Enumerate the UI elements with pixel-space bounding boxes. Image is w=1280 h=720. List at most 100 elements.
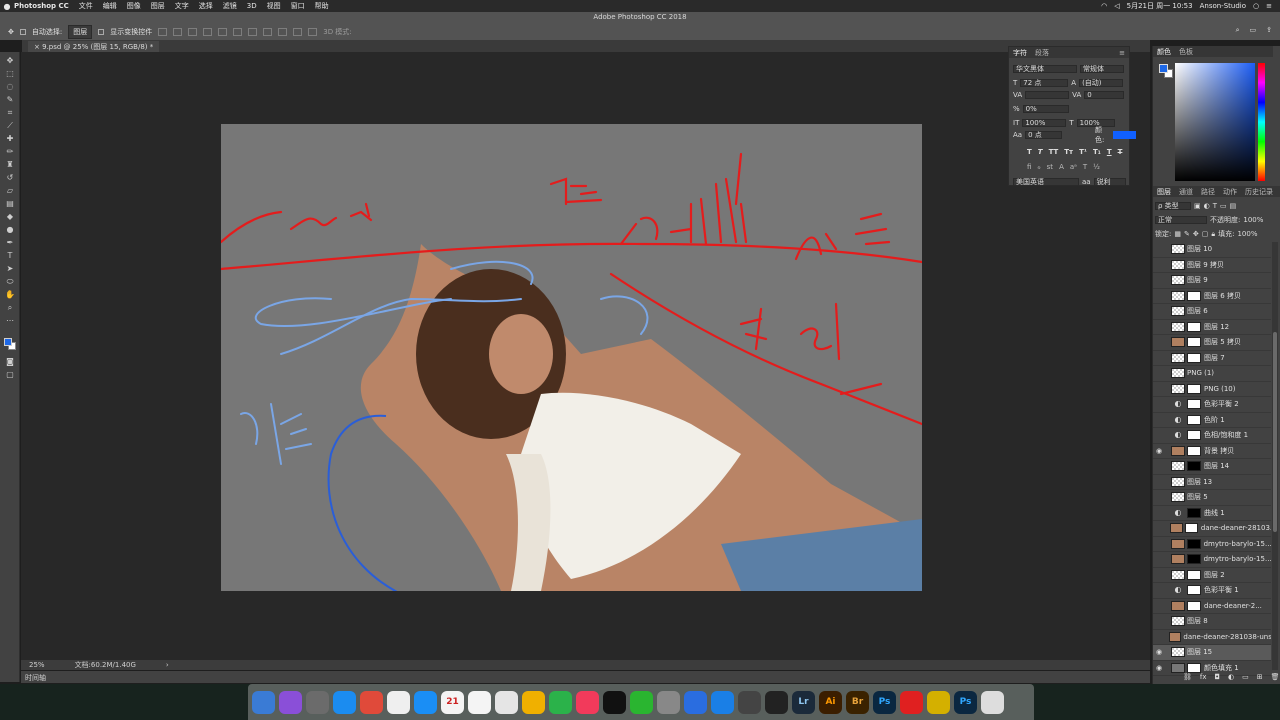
dock-app-icon[interactable] [603,690,626,714]
layer-thumbnail[interactable] [1171,445,1185,456]
align-right-icon[interactable] [233,28,243,36]
opacity-value[interactable]: 100% [1243,216,1263,224]
dock-app-icon[interactable] [630,690,653,714]
visibility-eye-icon[interactable]: ◉ [1153,447,1165,455]
zoom-level[interactable]: 25% [29,661,45,669]
add-mask-icon[interactable]: ◘ [1215,673,1221,681]
align-bottom-icon[interactable] [188,28,198,36]
share-icon[interactable]: ⇪ [1266,26,1272,35]
distribute-center-icon[interactable] [263,28,273,36]
date-time[interactable]: 5月21日 周一 10:53 [1127,1,1193,11]
visibility-eye-icon[interactable]: ◉ [1153,648,1165,656]
eyedropper-tool-icon[interactable]: ⟋ [5,121,15,130]
menu-view[interactable]: 视图 [267,1,281,11]
wifi-icon[interactable]: ◠ [1101,2,1107,10]
layer-thumbnail[interactable]: ◐ [1171,507,1185,518]
dock-app-icon[interactable] [900,690,923,714]
layer-thumbnail[interactable] [1171,492,1185,503]
dock-app-icon[interactable] [522,690,545,714]
layer-row[interactable]: 图层 13 [1153,475,1271,490]
layer-mask-thumbnail[interactable] [1187,600,1201,611]
tab-history[interactable]: 历史记录 [1245,187,1273,197]
ligature-icon[interactable]: fi [1027,163,1031,171]
menu-3d[interactable]: 3D [247,2,257,10]
apple-menu-icon[interactable]: ● [0,2,14,11]
distribute-bottom-icon[interactable] [278,28,288,36]
show-transform-checkbox[interactable] [98,29,105,35]
layer-row[interactable]: dane-deaner-281038-unsp... [1153,630,1271,645]
dock-app-icon[interactable] [387,690,410,714]
pen-tool-icon[interactable]: ✒ [5,238,15,247]
lasso-tool-icon[interactable]: ◌ [5,82,15,91]
layer-thumbnail[interactable]: ◐ [1171,399,1185,410]
layer-thumbnail[interactable] [1171,368,1185,379]
language-dropdown[interactable]: 美国英语 [1013,177,1079,186]
menu-file[interactable]: 文件 [79,1,93,11]
dock-app-icon[interactable]: Ps [873,690,896,714]
layer-row[interactable]: ◐ 色阶 1 [1153,413,1271,428]
distribute-top-icon[interactable] [248,28,258,36]
tab-layers[interactable]: 图层 [1157,187,1171,197]
menu-edit[interactable]: 编辑 [103,1,117,11]
layer-mask-thumbnail[interactable] [1187,461,1201,472]
layer-thumbnail[interactable] [1171,383,1185,394]
stylistic-icon[interactable]: st [1047,163,1053,171]
dock-app-icon[interactable] [414,690,437,714]
tab-swatches[interactable]: 色板 [1179,47,1193,57]
new-adjustment-icon[interactable]: ◐ [1228,673,1234,681]
blur-tool-icon[interactable]: ◆ [5,212,15,221]
layer-row[interactable]: 图层 9 拷贝 [1153,258,1271,273]
more-tools-icon[interactable]: ⋯ [5,316,15,325]
user-name[interactable]: Anson-Studio [1200,2,1246,10]
layer-mask-thumbnail[interactable] [1187,321,1201,332]
color-panel-fg-bg[interactable] [1159,64,1173,78]
filter-shape-icon[interactable]: ▭ [1220,202,1227,210]
layer-thumbnail[interactable] [1169,523,1183,534]
fraction-icon[interactable]: ½ [1093,163,1100,171]
layer-thumbnail[interactable]: ◐ [1171,585,1185,596]
move-tool-icon[interactable]: ✥ [5,56,15,65]
ordinal-icon[interactable]: aᵃ [1070,163,1077,171]
dock-app-icon[interactable] [738,690,761,714]
layer-thumbnail[interactable] [1171,244,1185,255]
strikethrough-icon[interactable]: T [1118,148,1123,156]
color-panel-fg-swatch[interactable] [1159,64,1168,73]
titling-icon[interactable]: A [1059,163,1064,171]
align-top-icon[interactable] [158,28,168,36]
font-size-field[interactable]: 72 点 [1020,78,1069,87]
dock-app-icon[interactable]: Ai [819,690,842,714]
align-hcenter-icon[interactable] [218,28,228,36]
layer-mask-thumbnail[interactable] [1187,507,1201,518]
auto-select-dropdown[interactable]: 图层 [68,25,93,39]
layer-row[interactable]: ◐ 色彩平衡 1 [1153,583,1271,599]
layer-row[interactable]: ◉ 背景 拷贝 [1153,444,1271,459]
marquee-tool-icon[interactable]: ⬚ [5,69,15,78]
filter-type-icon[interactable]: T [1213,202,1217,210]
history-brush-tool-icon[interactable]: ↺ [5,173,15,182]
gradient-tool-icon[interactable]: ▤ [5,199,15,208]
workspace-icon[interactable]: ▭ [1250,26,1257,35]
move-tool-icon[interactable]: ✥ [8,28,14,36]
menu-type[interactable]: 文字 [175,1,189,11]
dock-app-icon[interactable] [252,690,275,714]
menu-help[interactable]: 帮助 [315,1,329,11]
layer-row[interactable]: 图层 2 [1153,568,1271,583]
color-picker-field[interactable] [1175,63,1255,181]
baseline-field[interactable]: 0 点 [1025,130,1062,139]
path-select-tool-icon[interactable]: ➤ [5,264,15,273]
swash-icon[interactable]: ℴ [1037,163,1040,171]
subscript-icon[interactable]: T₁ [1093,148,1101,156]
layer-mask-thumbnail[interactable] [1187,383,1201,394]
lock-all-icon[interactable]: 🔒︎ [1211,230,1215,239]
shape-tool-icon[interactable]: ⬭ [5,277,15,286]
all-caps-icon[interactable]: TT [1049,148,1059,156]
layer-mask-thumbnail[interactable] [1187,337,1201,348]
kerning-field[interactable] [1025,90,1070,99]
menu-image[interactable]: 图像 [127,1,141,11]
dock-app-icon[interactable] [765,690,788,714]
foreground-color-swatch[interactable] [4,338,12,346]
zoom-tool-icon[interactable]: ⌕ [5,303,15,312]
layer-row[interactable]: dmytro-barylo-15... [1153,537,1271,552]
layers-scrollbar[interactable] [1272,242,1278,670]
dock-app-icon[interactable]: Lr [792,690,815,714]
